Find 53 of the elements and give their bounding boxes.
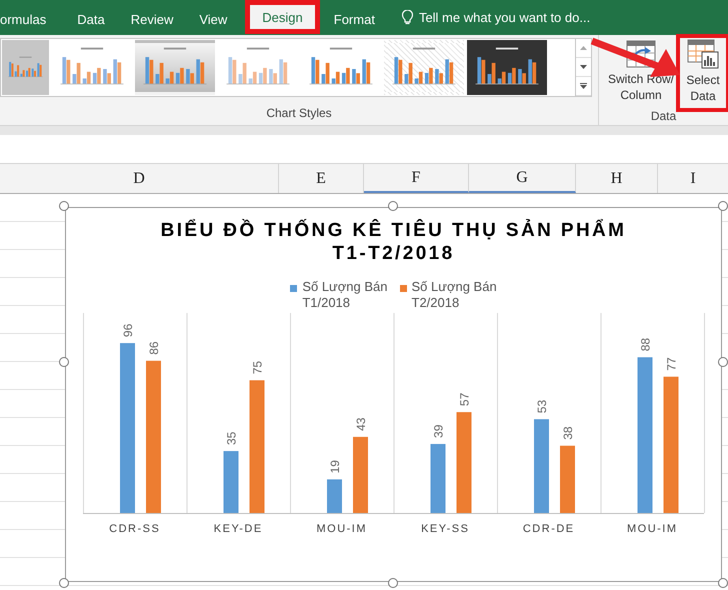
chart-style-thumbnail[interactable] xyxy=(135,40,215,95)
chart-title: BIỂU ĐỒ THỐNG KÊ TIÊU THỤ SẢN PHẨM T1-T2/2018 xyxy=(160,219,626,265)
column-header[interactable]: I xyxy=(658,164,728,193)
chart-style-thumbnail[interactable] xyxy=(384,40,464,95)
ribbon-tab[interactable]: Format xyxy=(320,3,388,35)
category-label: MOU-IM xyxy=(316,523,368,535)
data-label: 96 xyxy=(121,324,135,338)
data-label: 35 xyxy=(224,432,238,446)
ribbon-tab[interactable]: ormulas xyxy=(0,3,64,35)
data-label: 19 xyxy=(328,460,342,474)
resize-handle[interactable] xyxy=(59,578,69,588)
ribbon-tab[interactable]: Review xyxy=(118,3,186,35)
data-label: 88 xyxy=(638,338,652,352)
column-header[interactable]: D xyxy=(0,164,279,193)
legend-label: Số Lượng Bán T2/2018 xyxy=(412,279,497,311)
category-label: KEY-DE xyxy=(214,523,263,535)
data-label: 38 xyxy=(561,426,575,440)
data-label: 39 xyxy=(432,424,446,438)
legend-label: Số Lượng Bán T1/2018 xyxy=(302,279,388,311)
chart-style-thumbnail[interactable] xyxy=(2,40,49,95)
ribbon-tab[interactable]: View xyxy=(186,3,240,35)
group-label: Chart Styles xyxy=(265,106,333,120)
category-label: CDR-DE xyxy=(522,523,575,535)
column-header[interactable]: E xyxy=(279,164,364,193)
category-label: CDR-SS xyxy=(109,523,160,535)
resize-handle[interactable] xyxy=(59,357,69,367)
caret-down-icon xyxy=(580,65,587,69)
select-data-button[interactable]: Select Data xyxy=(679,37,727,109)
resize-handle[interactable] xyxy=(388,201,398,211)
chart-area[interactable]: BIỂU ĐỒ THỐNG KÊ TIÊU THỤ SẢN PHẨM T1-T2/2018 Số Lượng Bán T1/2018 Số Lượng Bán T2/2018 96 86 CDR-SS 35 75 KEY-DE 19 43 MOU-IM 39 57 KEY-SS 53 38 CDR-DE 88 77 MOU-IM xyxy=(65,207,722,582)
caret-up-icon xyxy=(580,46,587,50)
resize-handle[interactable] xyxy=(718,201,728,211)
category-label: MOU-IM xyxy=(626,523,678,535)
ribbon-tab[interactable]: Data xyxy=(64,3,118,35)
group-label: Data xyxy=(650,109,678,123)
resize-handle[interactable] xyxy=(388,578,398,588)
chart-style-thumbnail[interactable] xyxy=(467,40,547,95)
data-label: 75 xyxy=(250,360,264,374)
data-label: 86 xyxy=(147,341,161,355)
data-label: 43 xyxy=(354,418,368,431)
column-header[interactable]: H xyxy=(576,164,658,193)
data-label: 53 xyxy=(535,400,549,414)
resize-handle[interactable] xyxy=(718,357,728,367)
data-label: 77 xyxy=(664,357,678,371)
more-icon xyxy=(580,83,587,89)
lightbulb-icon xyxy=(402,10,413,25)
category-label: KEY-SS xyxy=(421,523,470,535)
table-chart-icon xyxy=(687,39,719,69)
resize-handle[interactable] xyxy=(59,201,69,211)
data-label: 57 xyxy=(458,392,472,406)
resize-handle[interactable] xyxy=(718,578,728,588)
tell-me-field[interactable]: Tell me what you want to do... xyxy=(418,10,599,25)
ribbon-tab[interactable]: Design xyxy=(250,5,315,29)
